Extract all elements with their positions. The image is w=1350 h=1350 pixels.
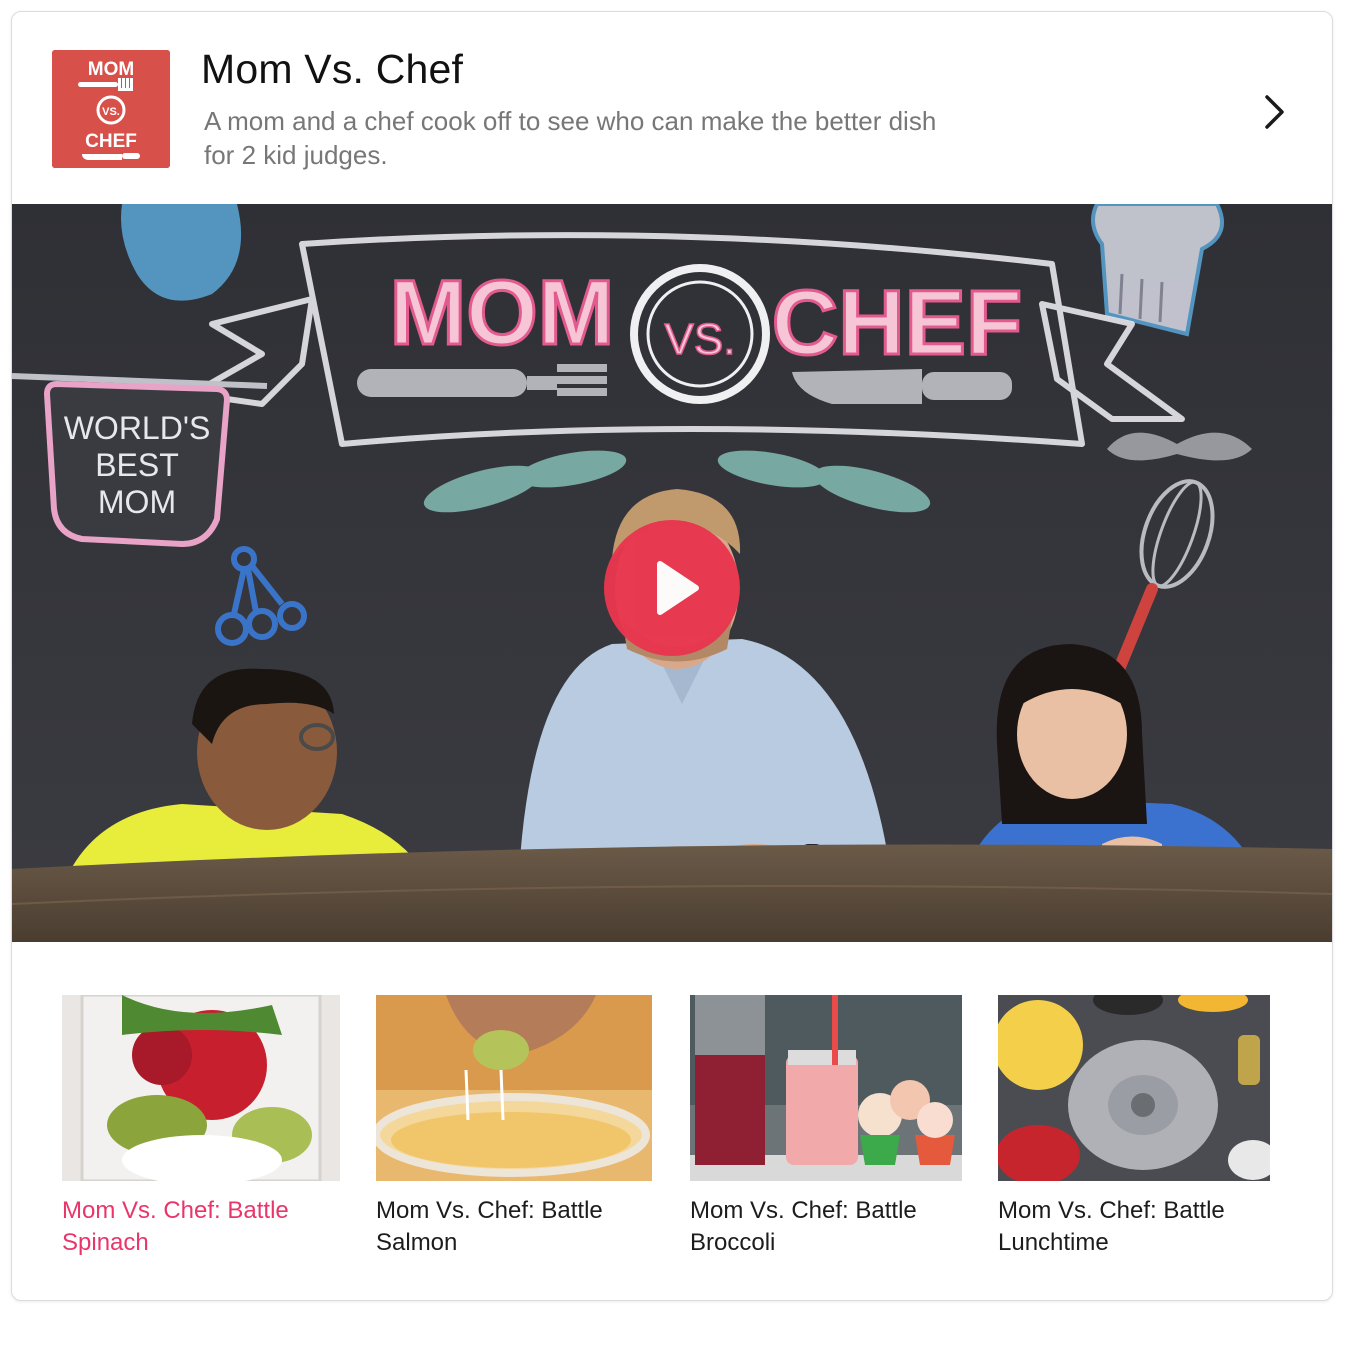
series-description: A mom and a chef cook off to see who can…: [204, 106, 937, 170]
episode-thumbnail: [62, 995, 340, 1181]
series-logo: MOM VS. CHEF: [52, 50, 170, 168]
episode-list: Mom Vs. Chef: Battle Spinach Mom Vs. Che…: [12, 942, 1332, 1300]
chalk-vs-text: VS.: [665, 315, 736, 364]
logo-chef-text: CHEF: [85, 131, 137, 152]
series-logo-art: MOM VS. CHEF: [52, 50, 170, 168]
episode-title: Mom Vs. Chef: Battle Broccoli: [690, 1197, 917, 1256]
series-title: Mom Vs. Chef: [201, 46, 464, 92]
featured-video-player[interactable]: MOM VS. CHEF WORLD'S BEST MOM: [12, 204, 1332, 942]
episode-title: Mom Vs. Chef: Battle Spinach: [62, 1197, 289, 1256]
episode-title: Mom Vs. Chef: Battle Lunchtime: [998, 1197, 1225, 1256]
chevron-right-icon[interactable]: [1256, 92, 1292, 132]
episode-item-broccoli[interactable]: Mom Vs. Chef: Battle Broccoli: [690, 995, 962, 1259]
series-card: MOM VS. CHEF Mom Vs. Chef A mom and a ch…: [11, 11, 1333, 1301]
episode-item-spinach[interactable]: Mom Vs. Chef: Battle Spinach: [62, 995, 340, 1259]
episode-thumbnail: [376, 995, 652, 1181]
chalk-chef-text: CHEF: [772, 272, 1022, 374]
episode-item-salmon[interactable]: Mom Vs. Chef: Battle Salmon: [376, 995, 652, 1259]
logo-mom-text: MOM: [88, 59, 134, 80]
episode-title: Mom Vs. Chef: Battle Salmon: [376, 1197, 603, 1256]
chalk-mom-text: MOM: [390, 262, 615, 364]
episode-thumbnail: [690, 995, 962, 1181]
play-icon: [657, 561, 699, 615]
play-button[interactable]: [604, 520, 740, 656]
apron-text-line-2: BEST: [95, 447, 179, 483]
episode-thumbnail: [998, 995, 1270, 1181]
logo-vs-text: VS.: [102, 106, 120, 118]
episode-item-lunchtime[interactable]: Mom Vs. Chef: Battle Lunchtime: [998, 995, 1270, 1259]
apron-text-line-1: WORLD'S: [64, 410, 211, 446]
series-header[interactable]: MOM VS. CHEF Mom Vs. Chef A mom and a ch…: [12, 12, 1332, 204]
apron-text-line-3: MOM: [98, 484, 176, 520]
